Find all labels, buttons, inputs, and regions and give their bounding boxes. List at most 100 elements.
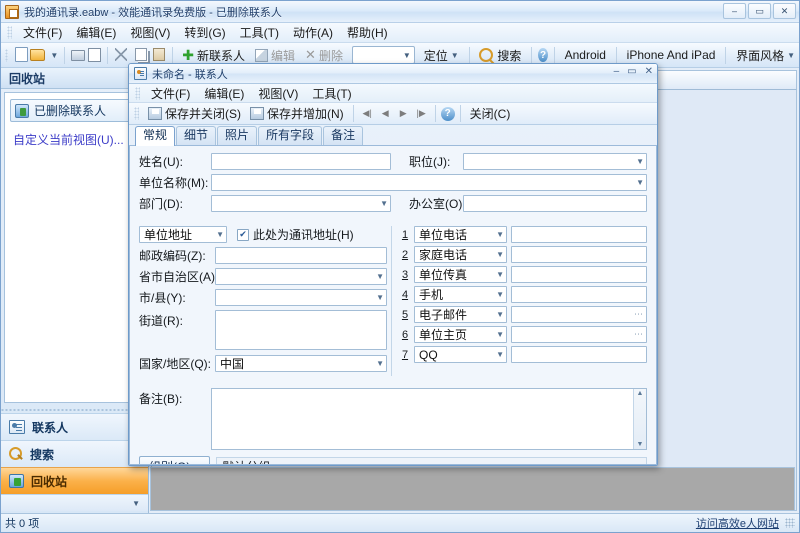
address-column: 单位地址 ▼ ✔ 此处为通讯地址(H) 邮政编码(Z): 省市自治区(A): ▼… [139, 226, 387, 376]
toolbar-grip[interactable] [5, 48, 9, 62]
contact-value-input[interactable] [511, 286, 647, 303]
sidebar-item-contacts[interactable]: 联系人 [1, 413, 148, 440]
cut-icon[interactable] [114, 45, 128, 65]
row-address-type: 单位地址 ▼ ✔ 此处为通讯地址(H) [139, 226, 387, 243]
notes-scrollbar[interactable]: ▲ ▼ [633, 389, 646, 449]
contact-row: 6 单位主页 ▼ ⋯ [400, 326, 647, 343]
maximize-button[interactable]: ▭ [748, 3, 771, 19]
help-icon[interactable]: ? [538, 48, 548, 62]
menu-help[interactable]: 帮助(H) [340, 22, 395, 43]
dialog-close-button[interactable]: ✕ [645, 66, 653, 77]
statusbar: 共 0 项 访问高效e人网站 [1, 513, 799, 532]
sidebar: 回收站 已删除联系人 自定义当前视图(U)... 联系人 搜索 回收站 ▼ [1, 68, 149, 513]
scroll-up-icon[interactable]: ▲ [637, 390, 644, 397]
company-input[interactable]: ▼ [211, 174, 647, 191]
department-label: 部门(D): [139, 197, 183, 211]
job-title-input[interactable]: ▼ [463, 153, 647, 170]
close-button[interactable]: ✕ [773, 3, 796, 19]
print-icon[interactable] [71, 45, 86, 65]
save-and-new-button[interactable]: 保存并增加(N) [246, 103, 348, 124]
mailing-address-label: 此处为通讯地址(H) [253, 228, 354, 242]
contact-value-input[interactable] [511, 226, 647, 243]
department-input[interactable]: ▼ [211, 195, 391, 212]
contact-type-value: 单位主页 [419, 328, 468, 342]
sidebar-item-deleted-contacts[interactable]: 已删除联系人 [10, 99, 139, 122]
dialog-maximize-button[interactable]: ▭ [627, 66, 636, 77]
sidebar-item-search[interactable]: 搜索 [1, 440, 148, 467]
dialog-close-toolbar-button[interactable]: 关闭(C) [466, 103, 515, 124]
name-input[interactable] [211, 153, 391, 170]
dialog-menu-view[interactable]: 视图(V) [251, 83, 305, 104]
next-record-icon[interactable]: ▶ [395, 105, 412, 122]
menu-actions[interactable]: 动作(A) [286, 22, 340, 43]
dialog-menu-edit[interactable]: 编辑(E) [197, 83, 251, 104]
contact-row: 7 QQ ▼ [400, 346, 647, 363]
dialog-menu-file[interactable]: 文件(F) [144, 83, 197, 104]
group-button[interactable]: 组别(G)... [139, 456, 211, 464]
contact-type-select[interactable]: 单位传真 ▼ [414, 266, 507, 283]
chevron-down-icon: ▼ [376, 359, 384, 368]
mailing-address-checkbox[interactable]: ✔ 此处为通讯地址(H) [227, 226, 354, 243]
resize-grip-icon[interactable] [785, 518, 795, 528]
save-and-close-button[interactable]: 保存并关闭(S) [144, 103, 245, 124]
menu-file[interactable]: 文件(F) [16, 22, 69, 43]
skin-button[interactable]: 界面风格 ▼ [732, 45, 799, 66]
province-input[interactable]: ▼ [215, 268, 387, 285]
tab-general[interactable]: 常规 [135, 126, 176, 146]
search-input[interactable]: ▼ [351, 46, 415, 64]
menu-tools[interactable]: 工具(T) [233, 22, 286, 43]
website-link[interactable]: 访问高效e人网站 [696, 515, 779, 531]
print-preview-icon[interactable] [87, 45, 101, 65]
menu-view[interactable]: 视图(V) [123, 22, 177, 43]
contact-value-input[interactable] [511, 246, 647, 263]
dialog-menubar-grip[interactable] [135, 86, 140, 100]
dialog-minimize-button[interactable]: – [614, 66, 620, 77]
contact-type-select[interactable]: 单位电话 ▼ [414, 226, 507, 243]
scroll-down-icon[interactable]: ▼ [637, 441, 644, 448]
tab-details[interactable]: 细节 [176, 126, 217, 145]
office-input[interactable] [463, 195, 647, 212]
street-input[interactable] [215, 310, 387, 350]
last-record-icon[interactable]: |▶ [413, 105, 430, 122]
city-input[interactable]: ▼ [215, 289, 387, 306]
tab-notes[interactable]: 备注 [323, 126, 364, 145]
contact-type-select[interactable]: QQ ▼ [414, 346, 507, 363]
tab-all-fields[interactable]: 所有字段 [258, 126, 323, 145]
minimize-button[interactable]: – [723, 3, 746, 19]
contact-value-input[interactable] [511, 266, 647, 283]
contact-type-select[interactable]: 手机 ▼ [414, 286, 507, 303]
dialog-toolbar-grip[interactable] [134, 107, 139, 120]
first-record-icon[interactable]: ◀| [359, 105, 376, 122]
sidebar-more-button[interactable]: ▼ [1, 494, 148, 511]
sidebar-nav-grip[interactable] [1, 406, 148, 413]
ellipsis-icon[interactable]: ⋯ [634, 309, 644, 320]
open-folder-chevron-down-icon[interactable]: ▼ [50, 51, 58, 60]
notes-textarea[interactable]: ▲ ▼ [211, 388, 647, 450]
new-document-icon[interactable] [14, 45, 28, 65]
customize-view-link[interactable]: 自定义当前视图(U)... [5, 124, 144, 155]
menubar-grip[interactable] [7, 26, 12, 39]
sidebar-item-recycle-bin[interactable]: 回收站 [1, 467, 148, 494]
menu-goto[interactable]: 转到(G) [177, 22, 232, 43]
copy-icon[interactable] [130, 45, 150, 65]
contact-type-select[interactable]: 家庭电话 ▼ [414, 246, 507, 263]
contact-value-input[interactable]: ⋯ [511, 306, 647, 323]
menu-edit[interactable]: 编辑(E) [69, 22, 123, 43]
contact-type-select[interactable]: 单位主页 ▼ [414, 326, 507, 343]
contacts-icon [9, 420, 25, 434]
previous-record-icon[interactable]: ◀ [377, 105, 394, 122]
paste-icon[interactable] [152, 45, 166, 65]
open-folder-icon[interactable] [30, 45, 46, 65]
chevron-down-icon: ▼ [496, 250, 504, 259]
tab-photo[interactable]: 照片 [217, 126, 258, 145]
contact-type-select[interactable]: 电子邮件 ▼ [414, 306, 507, 323]
address-type-select[interactable]: 单位地址 ▼ [139, 226, 227, 243]
zip-input[interactable] [215, 247, 387, 264]
help-icon[interactable]: ? [440, 106, 455, 121]
contact-row-number: 4 [401, 288, 409, 301]
country-input[interactable]: 中国 ▼ [215, 355, 387, 372]
contact-value-input[interactable] [511, 346, 647, 363]
ellipsis-icon[interactable]: ⋯ [634, 329, 644, 340]
dialog-menu-tools[interactable]: 工具(T) [305, 83, 358, 104]
contact-value-input[interactable]: ⋯ [511, 326, 647, 343]
